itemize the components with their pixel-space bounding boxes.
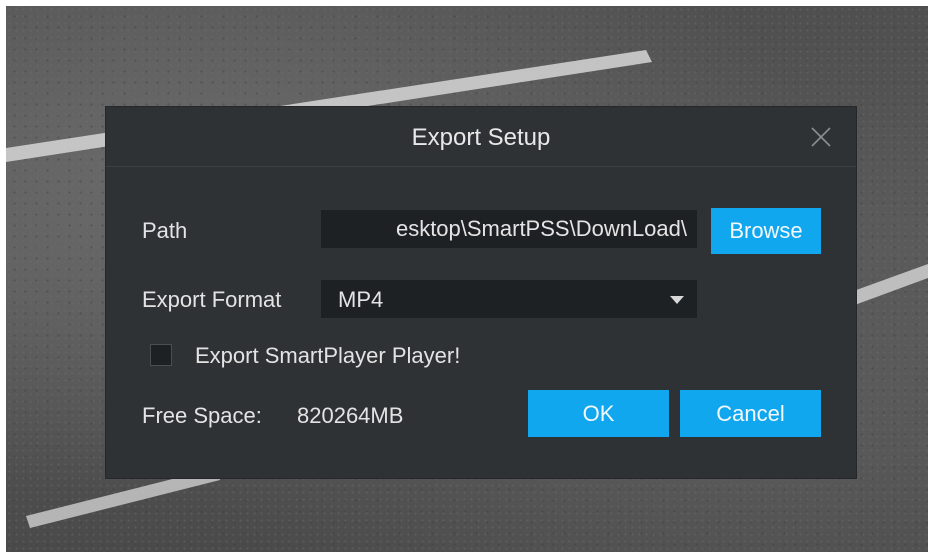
export-setup-dialog: Export Setup Path Browse Export Format M…: [106, 107, 856, 478]
path-input[interactable]: [321, 210, 697, 248]
chevron-down-icon: [670, 296, 684, 304]
path-label: Path: [142, 218, 188, 243]
cancel-button[interactable]: Cancel: [680, 390, 821, 437]
dialog-header: Export Setup: [106, 107, 856, 167]
free-space-label: Free Space:: [142, 403, 262, 428]
browse-button[interactable]: Browse: [711, 208, 821, 254]
free-space-value: 820264MB: [297, 403, 404, 428]
dialog-title: Export Setup: [411, 124, 551, 151]
smartplayer-checkbox[interactable]: [150, 344, 172, 366]
smartplayer-label[interactable]: Export SmartPlayer Player!: [195, 343, 460, 369]
export-format-label: Export Format: [142, 287, 282, 312]
export-format-value: MP4: [338, 287, 384, 312]
background-photo: Export Setup Path Browse Export Format M…: [6, 6, 928, 552]
close-icon[interactable]: [809, 125, 833, 149]
ok-button[interactable]: OK: [528, 390, 669, 437]
export-format-select[interactable]: MP4: [321, 280, 697, 318]
